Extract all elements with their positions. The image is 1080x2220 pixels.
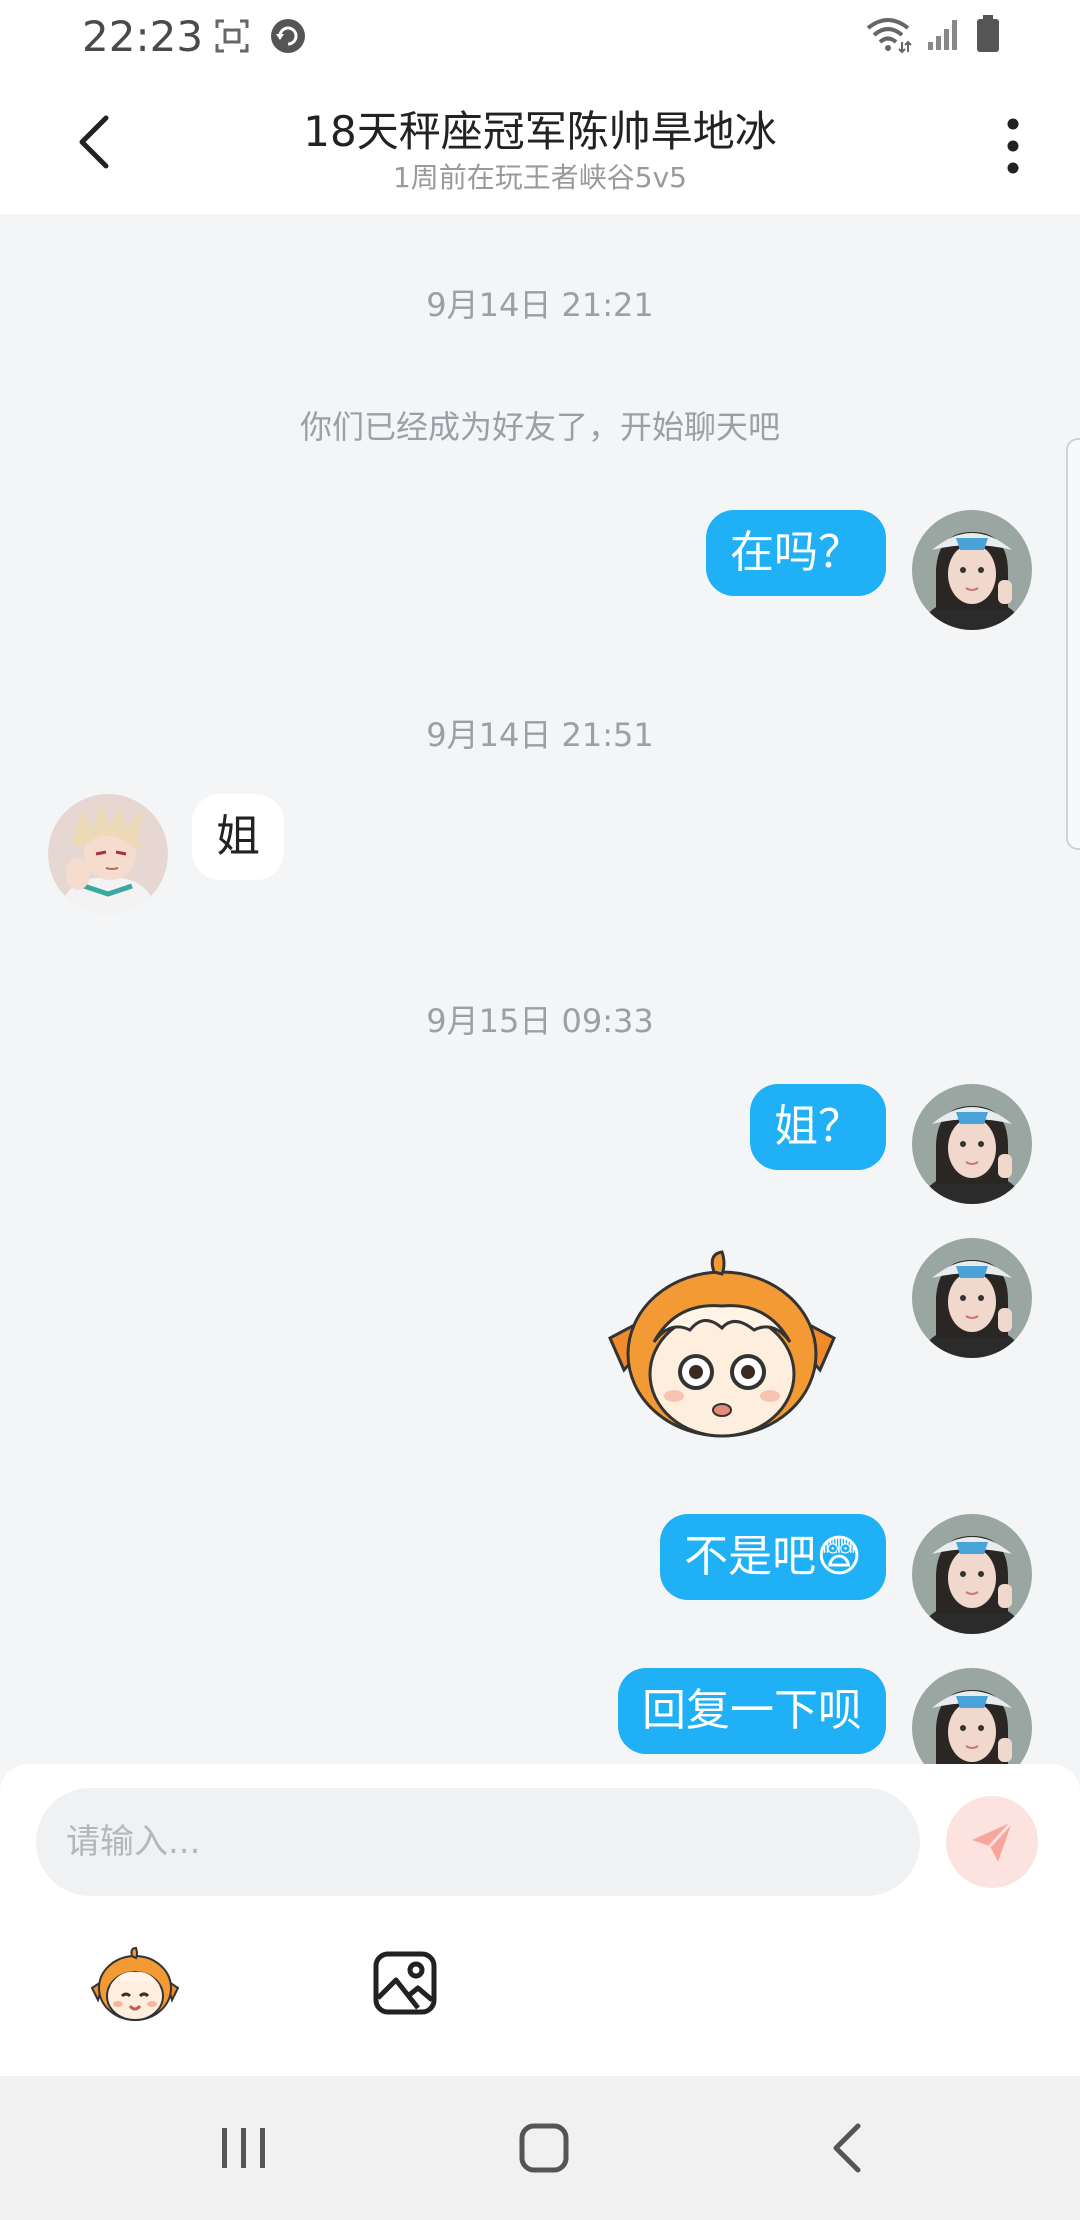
battery-icon: [976, 15, 1000, 57]
message-list[interactable]: 9月14日 21:21 你们已经成为好友了，开始聊天吧 在吗？ 9月14日 21…: [0, 214, 1080, 1764]
contact-avatar[interactable]: [48, 794, 168, 914]
my-avatar[interactable]: [912, 1668, 1032, 1764]
chat-screen: 22:23 18天秤座冠军陈帅旱地冰 1周前在玩王者峡谷5v5 9月14日 21…: [0, 0, 1080, 2220]
outgoing-message-bubble[interactable]: 回复一下呗: [618, 1668, 886, 1754]
signal-icon: [926, 16, 962, 56]
chat-subtitle: 1周前在玩王者峡谷5v5: [392, 161, 687, 194]
emoji-mascot-icon[interactable]: [90, 1946, 180, 2024]
send-button[interactable]: [946, 1796, 1038, 1888]
image-icon[interactable]: [372, 1950, 438, 2016]
more-vertical-icon[interactable]: [998, 116, 1028, 176]
incoming-message-bubble[interactable]: 姐: [192, 794, 284, 880]
outgoing-message-bubble[interactable]: 姐？: [750, 1084, 886, 1170]
status-time: 22:23: [82, 12, 204, 61]
status-bar: 22:23: [0, 0, 1080, 72]
message-input[interactable]: [36, 1788, 920, 1896]
chat-header: 18天秤座冠军陈帅旱地冰 1周前在玩王者峡谷5v5: [0, 72, 1080, 214]
chat-title: 18天秤座冠军陈帅旱地冰: [303, 107, 777, 156]
outgoing-message-bubble[interactable]: 在吗？: [706, 510, 886, 596]
home-icon[interactable]: [512, 2116, 576, 2180]
back-icon[interactable]: [818, 2116, 882, 2180]
send-icon: [972, 1820, 1014, 1862]
wifi-icon: [864, 14, 912, 58]
timestamp: 9月14日 21:51: [426, 716, 654, 754]
my-avatar[interactable]: [912, 1514, 1032, 1634]
timestamp: 9月15日 09:33: [426, 1002, 654, 1040]
sync-icon: [270, 18, 306, 54]
timestamp: 9月14日 21:21: [426, 286, 654, 324]
mascot-sticker[interactable]: [604, 1250, 840, 1450]
screenshot-icon: [214, 18, 250, 54]
recent-apps-icon[interactable]: [212, 2116, 276, 2180]
my-avatar[interactable]: [912, 1238, 1032, 1358]
system-message: 你们已经成为好友了，开始聊天吧: [299, 408, 780, 446]
outgoing-message-bubble[interactable]: 不是吧😨: [660, 1514, 886, 1600]
system-navigation-bar: [0, 2076, 1080, 2220]
scroll-handle[interactable]: [1066, 438, 1080, 850]
my-avatar[interactable]: [912, 1084, 1032, 1204]
input-panel: [0, 1764, 1080, 2076]
status-right-group: [864, 14, 1000, 58]
my-avatar[interactable]: [912, 510, 1032, 630]
